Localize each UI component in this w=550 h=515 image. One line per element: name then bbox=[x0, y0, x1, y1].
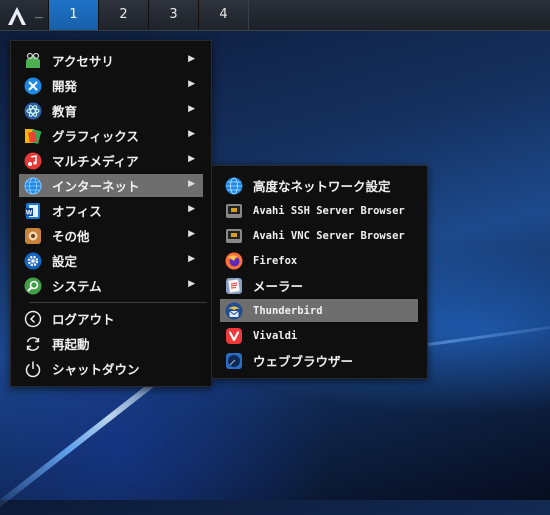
workspace-1[interactable]: 1 bbox=[48, 0, 99, 30]
submenu-item-firefox[interactable]: Firefox bbox=[220, 249, 418, 272]
submenu-item-label: Vivaldi bbox=[253, 329, 298, 342]
submenu-item-label: Avahi SSH Server Browser bbox=[253, 204, 405, 217]
menu-item-label: アクセサリ bbox=[52, 54, 114, 69]
submenu-arrow-icon: ▶ bbox=[188, 154, 195, 164]
settings-icon bbox=[23, 251, 42, 270]
education-icon bbox=[23, 101, 42, 120]
graphics-icon bbox=[23, 126, 42, 145]
submenu-arrow-icon: ▶ bbox=[188, 279, 195, 289]
menu-item-other[interactable]: その他 ▶ bbox=[19, 224, 203, 247]
menu-item-label: 教育 bbox=[52, 104, 78, 119]
menu-item-development[interactable]: 開発 ▶ bbox=[19, 74, 203, 97]
other-icon bbox=[23, 226, 42, 245]
submenu-arrow-icon: ▶ bbox=[188, 54, 195, 64]
submenu-item-label: Thunderbird bbox=[253, 304, 323, 317]
panel-separator: _ bbox=[35, 4, 43, 19]
submenu-item-label: Firefox bbox=[253, 254, 298, 267]
avahi-ssh-icon bbox=[224, 201, 243, 220]
menu-item-office[interactable]: W オフィス ▶ bbox=[19, 199, 203, 222]
submenu-arrow-icon: ▶ bbox=[188, 179, 195, 189]
menu-item-settings[interactable]: 設定 ▶ bbox=[19, 249, 203, 272]
mailer-icon bbox=[224, 276, 243, 295]
submenu-item-vivaldi[interactable]: Vivaldi bbox=[220, 324, 418, 347]
menu-item-label: グラフィックス bbox=[52, 129, 139, 144]
menu-item-label: マルチメディア bbox=[52, 154, 139, 169]
development-icon bbox=[23, 76, 42, 95]
submenu-item-avahi-ssh[interactable]: Avahi SSH Server Browser bbox=[220, 199, 418, 222]
workspace-3[interactable]: 3 bbox=[148, 0, 199, 30]
vivaldi-icon bbox=[224, 326, 243, 345]
workspace-2[interactable]: 2 bbox=[98, 0, 149, 30]
internet-icon bbox=[23, 176, 42, 195]
submenu-item-network-settings[interactable]: 高度なネットワーク設定 bbox=[220, 174, 418, 197]
shutdown-icon bbox=[23, 359, 42, 378]
submenu-item-web-browser[interactable]: ウェブブラウザー bbox=[220, 349, 418, 372]
multimedia-icon bbox=[23, 151, 42, 170]
menu-item-multimedia[interactable]: マルチメディア ▶ bbox=[19, 149, 203, 172]
menu-item-internet[interactable]: インターネット ▶ bbox=[19, 174, 203, 197]
menu-item-graphics[interactable]: グラフィックス ▶ bbox=[19, 124, 203, 147]
menu-item-label: システム bbox=[52, 279, 102, 294]
application-menu: アクセサリ ▶ 開発 ▶ 教育 ▶ グラフィックス ▶ マルチメディア ▶ イン… bbox=[10, 40, 212, 387]
avahi-vnc-icon bbox=[224, 226, 243, 245]
svg-text:W: W bbox=[25, 209, 32, 216]
menu-item-label: インターネット bbox=[52, 179, 140, 194]
submenu-arrow-icon: ▶ bbox=[188, 254, 195, 264]
system-icon bbox=[23, 276, 42, 295]
menu-item-label: オフィス bbox=[52, 204, 102, 219]
workspace-4[interactable]: 4 bbox=[198, 0, 249, 30]
menu-item-accessories[interactable]: アクセサリ ▶ bbox=[19, 49, 203, 72]
menu-item-education[interactable]: 教育 ▶ bbox=[19, 99, 203, 122]
internet-submenu: 高度なネットワーク設定 Avahi SSH Server Browser Ava… bbox=[211, 165, 428, 379]
menu-item-system[interactable]: システム ▶ bbox=[19, 274, 203, 297]
firefox-icon bbox=[224, 251, 243, 270]
menu-item-label: 開発 bbox=[52, 79, 78, 94]
restart-icon bbox=[23, 334, 42, 353]
menu-divider bbox=[29, 302, 207, 303]
submenu-item-mailer[interactable]: メーラー bbox=[220, 274, 418, 297]
menu-item-label: シャットダウン bbox=[52, 362, 140, 377]
arch-launcher-icon[interactable] bbox=[6, 5, 28, 27]
submenu-item-label: ウェブブラウザー bbox=[253, 354, 354, 369]
submenu-item-avahi-vnc[interactable]: Avahi VNC Server Browser bbox=[220, 224, 418, 247]
submenu-arrow-icon: ▶ bbox=[188, 129, 195, 139]
menu-item-label: ログアウト bbox=[52, 312, 115, 327]
menu-item-shutdown[interactable]: シャットダウン bbox=[19, 357, 203, 380]
top-panel: _ 1 2 3 4 bbox=[0, 0, 550, 31]
thunderbird-icon bbox=[224, 301, 243, 320]
menu-item-label: その他 bbox=[52, 229, 90, 244]
menu-item-label: 再起動 bbox=[52, 337, 90, 352]
submenu-arrow-icon: ▶ bbox=[188, 204, 195, 214]
web-browser-icon bbox=[224, 351, 243, 370]
menu-item-restart[interactable]: 再起動 bbox=[19, 332, 203, 355]
submenu-item-label: Avahi VNC Server Browser bbox=[253, 229, 405, 242]
submenu-item-thunderbird[interactable]: Thunderbird bbox=[220, 299, 418, 322]
submenu-item-label: メーラー bbox=[253, 279, 304, 294]
accessories-icon bbox=[23, 51, 42, 70]
menu-item-label: 設定 bbox=[52, 254, 78, 269]
office-icon: W bbox=[23, 201, 42, 220]
submenu-arrow-icon: ▶ bbox=[188, 104, 195, 114]
network-settings-icon bbox=[224, 176, 243, 195]
submenu-item-label: 高度なネットワーク設定 bbox=[253, 179, 391, 194]
logout-icon bbox=[23, 309, 42, 328]
submenu-arrow-icon: ▶ bbox=[188, 79, 195, 89]
submenu-arrow-icon: ▶ bbox=[188, 229, 195, 239]
menu-item-logout[interactable]: ログアウト bbox=[19, 307, 203, 330]
